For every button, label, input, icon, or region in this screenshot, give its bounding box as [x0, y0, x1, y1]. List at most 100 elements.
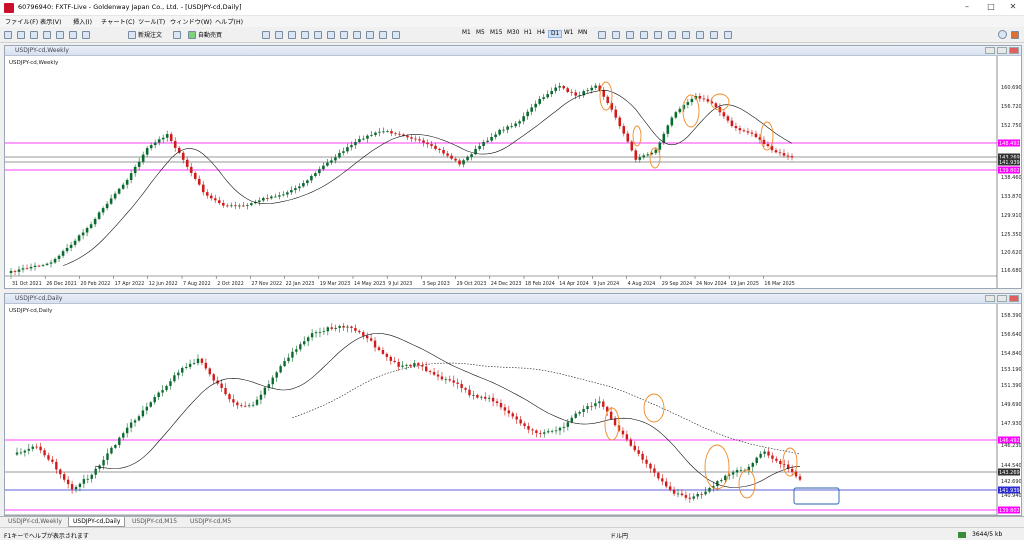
- price-label: 129.910: [1001, 213, 1021, 219]
- terminal-icon[interactable]: [69, 30, 77, 39]
- candle-body: [373, 340, 377, 348]
- tf-h4[interactable]: H4: [535, 30, 547, 36]
- candle-body: [241, 205, 245, 207]
- daily-minimize-icon[interactable]: [985, 295, 995, 302]
- tf-m30[interactable]: M30: [505, 30, 521, 36]
- tester-icon[interactable]: [82, 30, 90, 39]
- menu-tools[interactable]: ツール(T): [138, 17, 165, 26]
- tf-w1[interactable]: W1: [562, 30, 575, 36]
- profiles-icon[interactable]: [17, 30, 25, 39]
- candle-body: [221, 202, 225, 206]
- menu-insert[interactable]: 挿入(I): [73, 17, 92, 26]
- daily-maximize-icon[interactable]: [997, 295, 1007, 302]
- line-chart-icon[interactable]: [288, 30, 296, 39]
- candle-body: [574, 413, 577, 418]
- close-icon[interactable]: ✕: [1002, 2, 1024, 11]
- candle-body: [622, 126, 626, 134]
- candle-body: [212, 374, 215, 381]
- trendline-icon[interactable]: [654, 30, 662, 39]
- tf-m1[interactable]: M1: [460, 30, 473, 36]
- tf-d1[interactable]: D1: [548, 30, 563, 38]
- tf-m5[interactable]: M5: [474, 30, 487, 36]
- candle-body: [208, 368, 211, 375]
- candle-body: [390, 131, 393, 134]
- daily-chart[interactable]: USDJPY-cd,Daily 158.390 156.640 154.840 153.…: [5, 304, 1022, 516]
- candle-body: [440, 376, 444, 380]
- candle-body: [766, 144, 770, 147]
- menu-view[interactable]: 表示(V): [40, 17, 61, 26]
- menu-file[interactable]: ファイル(F): [5, 17, 38, 26]
- zoom-in-icon[interactable]: [301, 30, 309, 39]
- crosshair-icon[interactable]: [612, 30, 620, 39]
- templates-icon[interactable]: [392, 30, 400, 39]
- menu-chart[interactable]: チャート(C): [101, 17, 135, 26]
- cursor-icon[interactable]: [598, 30, 606, 39]
- daily-close-icon[interactable]: [1009, 295, 1019, 302]
- auto-trade-button[interactable]: 自動売買: [188, 29, 222, 40]
- tab-m15[interactable]: USDJPY-cd,M15: [128, 517, 181, 527]
- channel-icon[interactable]: [668, 30, 676, 39]
- label-icon[interactable]: [710, 30, 718, 39]
- tab-daily[interactable]: USDJPY-cd,Daily: [68, 517, 126, 527]
- candle-body: [338, 325, 341, 328]
- minimize-icon[interactable]: –: [956, 2, 978, 11]
- weekly-close-icon[interactable]: [1009, 47, 1019, 54]
- weekly-minimize-icon[interactable]: [985, 47, 995, 54]
- community-icon[interactable]: [1011, 30, 1019, 39]
- search-icon[interactable]: [998, 30, 1007, 39]
- indicators-icon[interactable]: [366, 30, 374, 39]
- candle-body: [263, 387, 267, 395]
- new-order-button[interactable]: 新規注文: [128, 29, 162, 40]
- candle-body: [458, 160, 461, 165]
- candle-body: [546, 431, 550, 433]
- navigator-icon[interactable]: [56, 30, 64, 39]
- candle-body: [102, 459, 105, 466]
- horizontal-line-icon[interactable]: [640, 30, 648, 39]
- candle-body: [554, 430, 558, 432]
- weekly-chart[interactable]: USDJPY-cd,Weekly 160.690 156.720 152.750 148…: [5, 56, 1022, 288]
- candle-body: [122, 433, 125, 438]
- tf-mn[interactable]: MN: [576, 30, 589, 36]
- candle-body: [519, 419, 522, 424]
- menu-window[interactable]: ウィンドウ(W): [170, 17, 212, 26]
- candlestick-icon[interactable]: [275, 30, 283, 39]
- tab-weekly[interactable]: USDJPY-cd,Weekly: [4, 517, 66, 527]
- candle-body: [425, 366, 428, 372]
- maximize-icon[interactable]: □: [980, 2, 1002, 11]
- candle-body: [586, 90, 590, 92]
- fibonacci-icon[interactable]: [682, 30, 690, 39]
- candle-body: [444, 379, 448, 381]
- tab-m5[interactable]: USDJPY-cd,M5: [186, 517, 235, 527]
- bar-chart-icon[interactable]: [262, 30, 270, 39]
- weekly-maximize-icon[interactable]: [997, 47, 1007, 54]
- arrows-icon[interactable]: [724, 30, 732, 39]
- candle-body: [246, 205, 249, 206]
- candle-body: [201, 184, 205, 193]
- data-window-icon[interactable]: [43, 30, 51, 39]
- candle-body: [722, 112, 726, 117]
- tf-h1[interactable]: H1: [522, 30, 534, 36]
- candle-body: [414, 138, 417, 140]
- candle-body: [258, 200, 261, 202]
- time-label: 22 Jan 2023: [286, 281, 315, 287]
- zoom-out-icon[interactable]: [314, 30, 322, 39]
- periods-icon[interactable]: [379, 30, 387, 39]
- vertical-line-icon[interactable]: [626, 30, 634, 39]
- candle-body: [41, 264, 45, 266]
- metaeditor-icon[interactable]: [173, 30, 181, 39]
- text-icon[interactable]: [696, 30, 704, 39]
- weekly-window-titlebar: USDJPY-cd,Weekly: [5, 46, 1021, 56]
- candle-body: [609, 411, 613, 419]
- tf-m15[interactable]: M15: [488, 30, 504, 36]
- market-watch-icon[interactable]: [30, 30, 38, 39]
- auto-scroll-icon[interactable]: [340, 30, 348, 39]
- menu-help[interactable]: ヘルプ(H): [215, 17, 243, 26]
- chart-shift-icon[interactable]: [353, 30, 361, 39]
- tile-windows-icon[interactable]: [327, 30, 335, 39]
- new-chart-icon[interactable]: [4, 30, 12, 39]
- candle-body: [494, 134, 497, 138]
- candle-body: [233, 205, 237, 207]
- candle-body: [641, 453, 644, 460]
- candle-body: [794, 471, 798, 477]
- candle-body: [566, 88, 570, 92]
